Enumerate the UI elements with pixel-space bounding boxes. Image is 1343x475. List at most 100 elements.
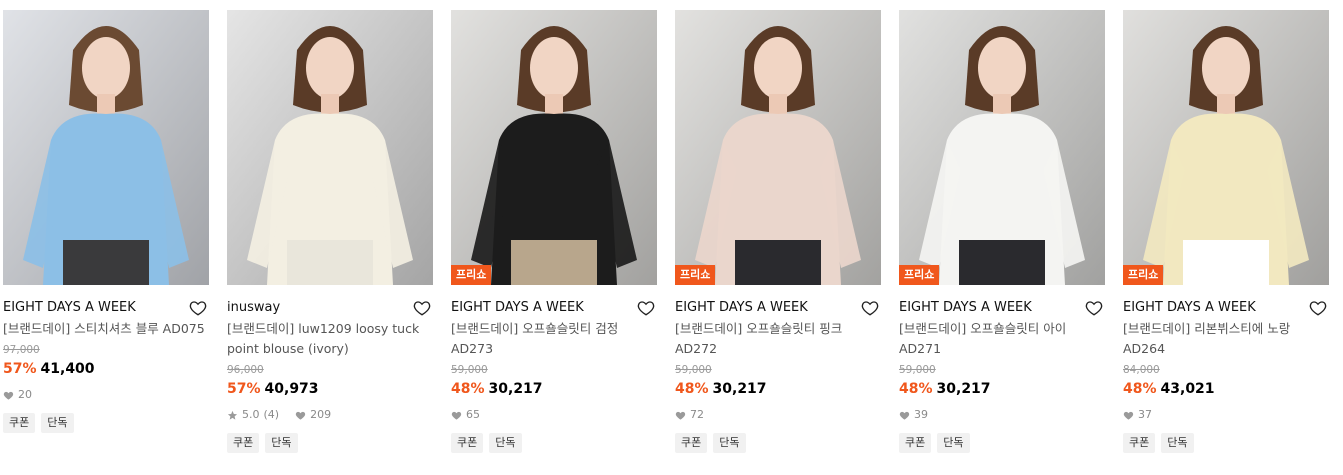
tag-badge: 단독 [41,413,74,433]
original-price: 96,000 [227,364,264,376]
likes-icon [899,410,910,421]
product-photo [899,10,1105,285]
tag-badge: 단독 [265,433,298,453]
product-name[interactable]: [브랜드데이] 오프숄슬릿티 핑크 AD272 [675,319,881,359]
tag-badge: 쿠폰 [899,433,932,453]
original-price: 84,000 [1123,364,1160,376]
product-photo [227,10,433,285]
product-image[interactable]: 프리쇼 [675,10,881,285]
tag-badge: 쿠폰 [1123,433,1156,453]
brand-name[interactable]: inusway [227,297,433,319]
brand-name[interactable]: EIGHT DAYS A WEEK [451,297,657,319]
product-image[interactable]: 프리쇼 [1123,10,1329,285]
product-name[interactable]: [브랜드데이] 오프숄슬릿티 검정 AD273 [451,319,657,359]
product-image[interactable]: 프리쇼 [899,10,1105,285]
likes-count: 39 [914,408,928,421]
likes-icon [1123,410,1134,421]
rating-value: 5.0 [242,408,260,421]
price-value: 41,400 [40,361,95,377]
brand-name[interactable]: EIGHT DAYS A WEEK [675,297,881,319]
product-stats: 20 [3,387,209,403]
sale-price: 48% 30,217 [899,379,1105,399]
likes-count: 72 [690,408,704,421]
likes-icon [295,410,306,421]
price-value: 30,217 [712,381,767,397]
product-name[interactable]: [브랜드데이] 오프숄슬릿티 아이 AD271 [899,319,1105,359]
product-name[interactable]: [브랜드데이] luw1209 loosy tuck point blouse … [227,319,433,359]
product-photo [3,10,209,285]
original-price: 59,000 [675,364,712,376]
product-image[interactable] [227,10,433,285]
likes-count: 209 [310,408,332,421]
preshow-badge: 프리쇼 [675,265,716,285]
discount-rate: 57% [227,381,261,397]
brand-name[interactable]: EIGHT DAYS A WEEK [3,297,209,319]
tag-badge: 쿠폰 [451,433,484,453]
wishlist-heart-icon[interactable] [1085,299,1103,317]
original-price: 59,000 [451,364,488,376]
original-price: 59,000 [899,364,936,376]
discount-rate: 48% [899,381,933,397]
product-stats: 5.0 (4) 209 [227,407,433,423]
product-card[interactable]: 프리쇼 EIGHT DAYS A WEEK [브랜드데이] 오프숄슬릿티 아이 … [899,10,1105,453]
tag-badge: 단독 [937,433,970,453]
tag-list: 쿠폰 단독 [451,433,657,453]
sale-price: 57% 40,973 [227,379,433,399]
tag-badge: 단독 [1161,433,1194,453]
sale-price: 48% 43,021 [1123,379,1329,399]
product-card[interactable]: 프리쇼 EIGHT DAYS A WEEK [브랜드데이] 리본뷔스티에 노랑 … [1123,10,1329,453]
discount-rate: 57% [3,361,37,377]
wishlist-heart-icon[interactable] [861,299,879,317]
price-value: 30,217 [936,381,991,397]
brand-name[interactable]: EIGHT DAYS A WEEK [899,297,1105,319]
tag-badge: 쿠폰 [675,433,708,453]
product-name[interactable]: [브랜드데이] 리본뷔스티에 노랑 AD264 [1123,319,1329,359]
wishlist-heart-icon[interactable] [1309,299,1327,317]
product-grid: EIGHT DAYS A WEEK [브랜드데이] 스티치셔츠 블루 AD075… [3,10,1343,475]
preshow-badge: 프리쇼 [451,265,492,285]
likes-icon [675,410,686,421]
tag-badge: 쿠폰 [3,413,36,433]
product-photo [675,10,881,285]
star-icon [227,410,238,421]
product-card[interactable]: 프리쇼 EIGHT DAYS A WEEK [브랜드데이] 오프숄슬릿티 검정 … [451,10,657,453]
wishlist-heart-icon[interactable] [189,299,207,317]
tag-list: 쿠폰 단독 [3,413,209,433]
wishlist-heart-icon[interactable] [637,299,655,317]
discount-rate: 48% [451,381,485,397]
likes-count: 20 [18,388,32,401]
product-name[interactable]: [브랜드데이] 스티치셔츠 블루 AD075 [3,319,209,339]
product-stats: 39 [899,407,1105,423]
tag-list: 쿠폰 단독 [899,433,1105,453]
preshow-badge: 프리쇼 [899,265,940,285]
price-value: 43,021 [1160,381,1215,397]
discount-rate: 48% [675,381,709,397]
product-photo [1123,10,1329,285]
brand-name[interactable]: EIGHT DAYS A WEEK [1123,297,1329,319]
tag-list: 쿠폰 단독 [227,433,433,453]
sale-price: 48% 30,217 [451,379,657,399]
product-card[interactable]: 프리쇼 EIGHT DAYS A WEEK [브랜드데이] 오프숄슬릿티 핑크 … [675,10,881,453]
wishlist-heart-icon[interactable] [413,299,431,317]
review-count: (4) [263,408,280,421]
likes-icon [451,410,462,421]
product-photo [451,10,657,285]
tag-badge: 단독 [489,433,522,453]
preshow-badge: 프리쇼 [1123,265,1164,285]
product-stats: 37 [1123,407,1329,423]
product-image[interactable] [3,10,209,285]
discount-rate: 48% [1123,381,1157,397]
sale-price: 48% 30,217 [675,379,881,399]
product-card[interactable]: EIGHT DAYS A WEEK [브랜드데이] 스티치셔츠 블루 AD075… [3,10,209,433]
likes-icon [3,390,14,401]
sale-price: 57% 41,400 [3,359,209,379]
likes-count: 37 [1138,408,1152,421]
tag-badge: 단독 [713,433,746,453]
tag-list: 쿠폰 단독 [675,433,881,453]
product-stats: 72 [675,407,881,423]
product-stats: 65 [451,407,657,423]
product-image[interactable]: 프리쇼 [451,10,657,285]
likes-count: 65 [466,408,480,421]
tag-badge: 쿠폰 [227,433,260,453]
product-card[interactable]: inusway [브랜드데이] luw1209 loosy tuck point… [227,10,433,453]
